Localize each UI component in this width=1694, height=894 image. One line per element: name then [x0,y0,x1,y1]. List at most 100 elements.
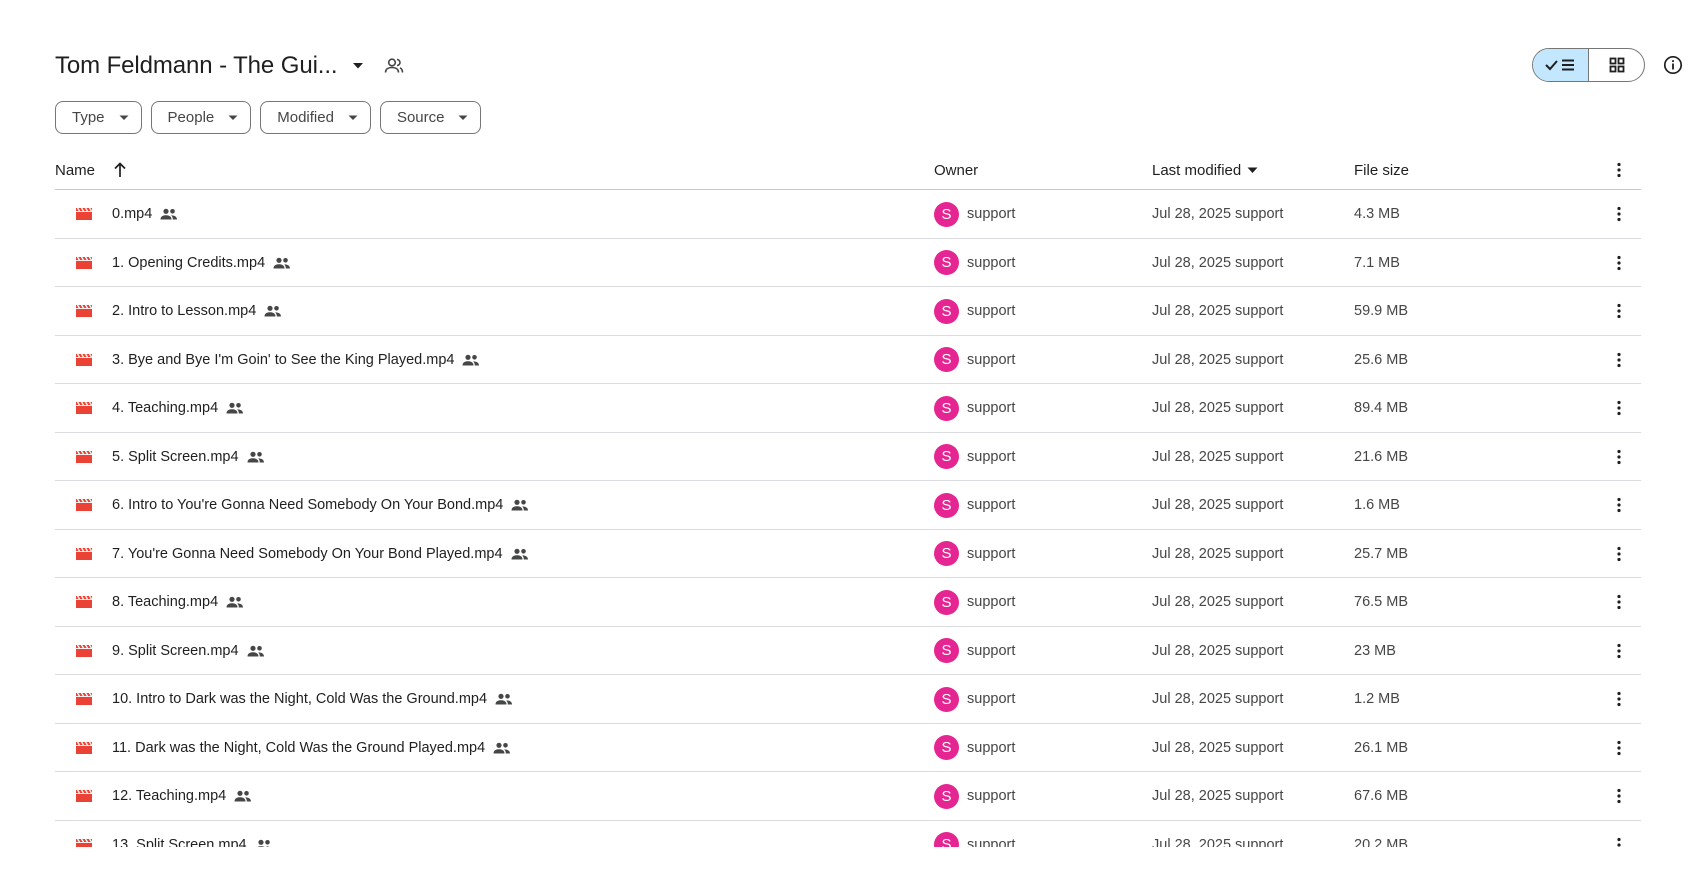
table-row[interactable]: 0.mp4 S support Jul 28, 2025 support 4.3… [55,190,1641,239]
column-header-file-size[interactable]: File size [1354,150,1409,190]
table-row[interactable]: 9. Split Screen.mp4 S support Jul 28, 20… [55,627,1641,675]
caret-down-icon [119,115,129,121]
table-row[interactable]: 5. Split Screen.mp4 S support Jul 28, 20… [55,433,1641,481]
file-rows: 0.mp4 S support Jul 28, 2025 support 4.3… [55,190,1641,847]
last-modified-cell: Jul 28, 2025 support [1152,206,1284,222]
file-name-cell[interactable]: 13. Split Screen.mp4 [112,821,273,847]
file-size-cell: 1.6 MB [1354,497,1400,513]
table-row[interactable]: 8. Teaching.mp4 S support Jul 28, 2025 s… [55,578,1641,627]
column-modified-label: Last modified [1152,161,1242,179]
avatar[interactable]: S [934,250,959,275]
table-row[interactable]: 4. Teaching.mp4 S support Jul 28, 2025 s… [55,384,1641,433]
owner-name: support [967,448,1016,465]
last-modified-cell: Jul 28, 2025 support [1152,594,1284,610]
column-header-last-modified[interactable]: Last modified [1152,150,1258,190]
file-name-cell[interactable]: 0.mp4 [112,190,178,238]
shared-people-icon [495,693,513,705]
more-options-icon[interactable] [1607,772,1631,820]
file-name-cell[interactable]: 10. Intro to Dark was the Night, Cold Wa… [112,675,513,723]
file-name: 4. Teaching.mp4 [112,400,219,416]
table-row[interactable]: 12. Teaching.mp4 S support Jul 28, 2025 … [55,772,1641,821]
video-file-icon [75,433,93,481]
table-row[interactable]: 10. Intro to Dark was the Night, Cold Wa… [55,675,1641,724]
file-name: 10. Intro to Dark was the Night, Cold Wa… [112,691,488,707]
file-name-cell[interactable]: 3. Bye and Bye I'm Goin' to See the King… [112,336,480,384]
avatar[interactable]: S [934,735,959,760]
more-options-icon[interactable] [1607,627,1631,675]
file-name-cell[interactable]: 7. You're Gonna Need Somebody On Your Bo… [112,530,529,578]
file-table: Name Owner Last modified File size 0.mp4… [55,150,1641,847]
file-size-cell: 20.2 MB [1354,836,1408,847]
avatar[interactable]: S [934,492,959,518]
caret-down-icon [348,115,358,121]
shared-people-icon[interactable] [382,54,406,78]
shared-people-icon [247,451,265,463]
avatar[interactable]: S [934,395,959,421]
list-view-button[interactable] [1533,49,1589,81]
last-modified-cell: Jul 28, 2025 support [1152,788,1284,804]
file-name-cell[interactable]: 1. Opening Credits.mp4 [112,239,291,287]
chip-label: Modified [277,109,334,126]
chip-label: Type [72,109,105,126]
video-file-icon [75,481,93,529]
more-options-icon[interactable] [1607,384,1631,432]
file-name-cell[interactable]: 9. Split Screen.mp4 [112,627,265,675]
grid-view-button[interactable] [1589,49,1644,81]
avatar[interactable]: S [934,589,959,615]
shared-people-icon [160,208,178,220]
table-row[interactable]: 13. Split Screen.mp4 S support Jul 28, 2… [55,821,1641,847]
filter-source-chip[interactable]: Source [379,101,482,134]
file-name-cell[interactable]: 11. Dark was the Night, Cold Was the Gro… [112,724,511,772]
more-options-icon[interactable] [1607,190,1631,238]
avatar[interactable]: S [934,638,959,663]
file-name-cell[interactable]: 2. Intro to Lesson.mp4 [112,287,282,335]
file-name: 11. Dark was the Night, Cold Was the Gro… [112,739,486,756]
more-options-icon[interactable] [1607,724,1631,772]
file-name-cell[interactable]: 12. Teaching.mp4 [112,772,252,820]
file-name-cell[interactable]: 4. Teaching.mp4 [112,384,244,432]
table-row[interactable]: 7. You're Gonna Need Somebody On Your Bo… [55,530,1641,578]
shared-people-icon [226,596,244,608]
more-options-icon[interactable] [1607,530,1631,578]
column-header-owner[interactable]: Owner [934,150,978,190]
more-options-icon[interactable] [1607,821,1631,847]
avatar[interactable]: S [934,541,959,566]
folder-title[interactable]: Tom Feldmann - The Gui... [55,52,338,80]
caret-down-icon [458,115,468,121]
folder-header: Tom Feldmann - The Gui... [55,44,1694,88]
avatar[interactable]: S [934,686,959,712]
filter-modified-chip[interactable]: Modified [260,101,371,134]
avatar[interactable]: S [934,347,959,372]
arrow-up-icon[interactable] [113,162,127,178]
video-file-icon [75,578,93,626]
info-icon[interactable] [1660,52,1686,78]
sort-caret-down-icon[interactable] [1247,167,1258,174]
avatar[interactable]: S [934,783,959,809]
more-options-icon[interactable] [1607,433,1631,481]
file-name-cell[interactable]: 8. Teaching.mp4 [112,578,244,626]
filter-type-chip[interactable]: Type [55,101,142,134]
avatar[interactable]: S [934,444,959,469]
table-row[interactable]: 11. Dark was the Night, Cold Was the Gro… [55,724,1641,772]
filter-people-chip[interactable]: People [150,101,252,134]
table-row[interactable]: 2. Intro to Lesson.mp4 S support Jul 28,… [55,287,1641,336]
column-header-name[interactable]: Name [55,150,127,190]
table-row[interactable]: 6. Intro to You're Gonna Need Somebody O… [55,481,1641,530]
more-options-icon[interactable] [1607,287,1631,335]
more-options-icon[interactable] [1607,336,1631,384]
owner-name: support [967,254,1016,271]
table-row[interactable]: 3. Bye and Bye I'm Goin' to See the King… [55,336,1641,384]
file-name-cell[interactable]: 6. Intro to You're Gonna Need Somebody O… [112,481,529,529]
caret-down-icon[interactable] [346,54,370,78]
avatar[interactable]: S [934,201,959,227]
avatar[interactable]: S [934,832,959,847]
owner-name: support [967,351,1016,368]
file-name-cell[interactable]: 5. Split Screen.mp4 [112,433,265,481]
more-options-icon[interactable] [1607,578,1631,626]
more-options-icon[interactable] [1607,675,1631,723]
more-options-icon[interactable] [1607,481,1631,529]
avatar[interactable]: S [934,298,959,324]
column-options-icon[interactable] [1607,150,1631,190]
more-options-icon[interactable] [1607,239,1631,287]
table-row[interactable]: 1. Opening Credits.mp4 S support Jul 28,… [55,239,1641,287]
